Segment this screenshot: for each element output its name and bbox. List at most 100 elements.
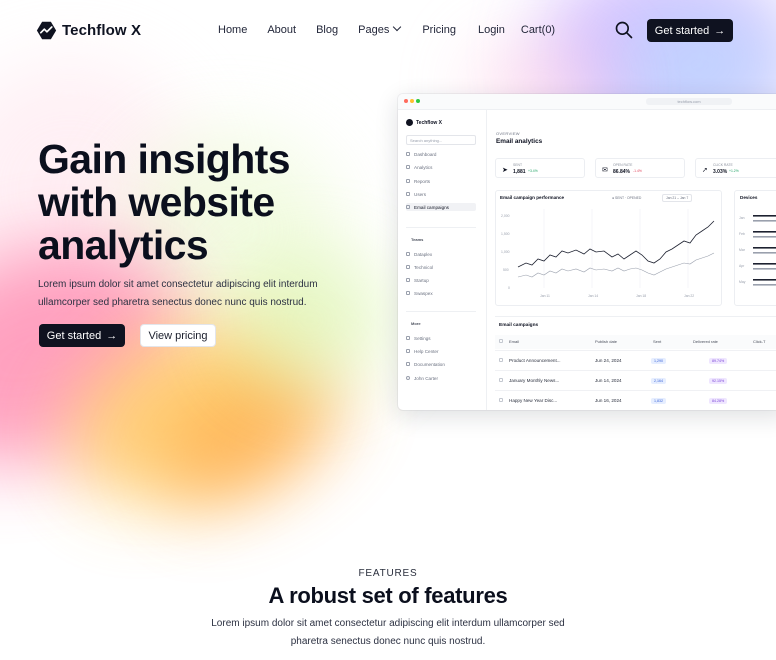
features-kicker: FEATURES (358, 568, 418, 579)
nav-link-cart[interactable]: Cart(0) (521, 24, 555, 36)
hero-title: Gain insights with website analytics (38, 136, 291, 268)
row-email: Happy New Year Disc... (509, 398, 558, 403)
view-pricing-button[interactable]: View pricing (140, 324, 216, 347)
mockup-more-label: Settings (414, 335, 431, 341)
row-date: Jun 16, 2024 (595, 398, 622, 403)
arrow-right-icon: → (106, 329, 118, 342)
mockup-team-label: Swaspex (414, 290, 433, 296)
series-opened-line (517, 252, 715, 278)
mockup-nav-analytics: Analytics (406, 163, 476, 171)
teams-heading: Teams (411, 237, 424, 242)
y-tick-label: 0 (508, 286, 510, 290)
brand-logo[interactable]: Techflow X (36, 20, 141, 41)
nav-get-started-button[interactable]: Get started → (647, 19, 733, 42)
team-icon (406, 291, 410, 295)
mockup-team-item: Startup (406, 276, 476, 284)
row-date: Jun 14, 2024 (595, 378, 622, 383)
y-tick-label: 500 (503, 268, 509, 272)
nav-link-pages: Pages (358, 24, 390, 36)
campaigns-table: Email campaigns Email Publish date Sent … (495, 316, 776, 410)
mockup-user-item: John Carter (406, 374, 476, 382)
mockup-nav-label: Dashboard (414, 151, 437, 157)
hero-get-started-label: Get started (46, 329, 102, 342)
nav-link-login[interactable]: Login (478, 24, 505, 36)
row-rate-badge: 92.15% (709, 378, 728, 384)
stat-card-sent: ➤ SENT 1,881 +3.4% (495, 158, 585, 178)
column-header: Publish date (595, 339, 618, 344)
table-row: January Monthly News... Jun 14, 2024 2,1… (495, 370, 776, 391)
top-navbar: Techflow X Home About Blog Pages Pricing… (0, 0, 776, 62)
team-icon (406, 252, 410, 256)
hero-subtitle: Lorem ipsum dolor sit amet consectetur a… (38, 279, 318, 308)
y-tick-label: 1,500 (501, 232, 510, 236)
chevron-down-icon (393, 22, 402, 32)
send-icon: ➤ (502, 167, 508, 174)
stat-card-open-rate: ✉ OPEN RATE 86.84% -1.4% (595, 158, 685, 178)
divider (406, 227, 476, 228)
mockup-team-label: Startup (414, 277, 429, 283)
window-minimize-dot (410, 99, 414, 103)
team-icon (406, 265, 410, 269)
stat-change: +1.2% (729, 169, 739, 173)
window-close-dot (404, 99, 408, 103)
settings-icon (406, 336, 410, 340)
stat-card-click-rate: ➚ CLICK RATE 3.03% +1.2% (695, 158, 776, 178)
trend-line-logo-icon (36, 21, 57, 40)
mockup-more-label: Help Center (414, 348, 439, 354)
mockup-brand: Techflow X (406, 119, 442, 126)
stat-change: +3.4% (528, 169, 538, 173)
stat-value: 86.84% (613, 169, 630, 175)
team-icon (406, 278, 410, 282)
users-icon (406, 192, 410, 196)
mockup-more-item: Settings (406, 334, 476, 342)
row-checkbox (499, 358, 503, 362)
mockup-more-item: Documentation (406, 360, 476, 368)
row-sent-badge: 2,164 (651, 378, 666, 384)
search-icon[interactable] (614, 20, 634, 40)
series-sent-line (517, 220, 715, 268)
row-sent-badge: 1,832 (651, 398, 666, 404)
mockup-search-input: Search anything... (406, 135, 476, 145)
window-maximize-dot (416, 99, 420, 103)
table-title: Email campaigns (499, 323, 539, 328)
hero-glow (230, 250, 390, 390)
y-tick-label: 1,000 (501, 250, 510, 254)
avatar (406, 376, 410, 380)
nav-get-started-label: Get started (654, 24, 710, 37)
mail-icon: ✉ (602, 167, 608, 174)
mockup-nav-dashboard: Dashboard (406, 150, 476, 158)
mockup-team-item: Swaspex (406, 289, 476, 297)
row-checkbox (499, 378, 503, 382)
y-tick-label: 2,000 (501, 214, 510, 218)
mockup-brand-name: Techflow X (416, 119, 443, 126)
reports-icon (406, 179, 410, 183)
row-checkbox (499, 398, 503, 402)
nav-link-pricing[interactable]: Pricing (422, 24, 456, 36)
row-rate-badge: 84.28% (709, 398, 728, 404)
x-tick-label: Jan 22 (684, 294, 694, 298)
brand-logo-icon (406, 119, 413, 126)
nav-link-about[interactable]: About (267, 24, 296, 36)
select-all-checkbox (499, 339, 503, 343)
mockup-more-label: Documentation (414, 361, 445, 367)
stat-value: 1,881 (513, 169, 526, 175)
mockup-sidebar: Techflow X Search anything... Dashboard … (398, 110, 487, 410)
x-tick-label: Jan 18 (636, 294, 646, 298)
mockup-nav-label: Email campaigns (414, 204, 449, 210)
overview-label: OVERVIEW (496, 131, 520, 136)
nav-link-blog[interactable]: Blog (316, 24, 338, 36)
mockup-team-label: Dataplex (414, 251, 433, 257)
row-email: January Monthly News... (509, 378, 560, 383)
mockup-nav-reports: Reports (406, 177, 476, 185)
column-header: Delivered rate (693, 339, 718, 344)
mockup-team-label: Technicol (414, 264, 434, 270)
mockup-nav-label: Users (414, 191, 426, 197)
hero-get-started-button[interactable]: Get started → (39, 324, 125, 347)
dashboard-mockup: techflow.com Techflow X Search anything.… (398, 94, 776, 410)
dashboard-icon (406, 152, 410, 156)
browser-bar: techflow.com (398, 94, 776, 110)
column-header: Email (509, 339, 520, 344)
nav-dropdown-pages[interactable]: Pages (358, 22, 402, 36)
nav-link-home[interactable]: Home (218, 24, 247, 36)
column-header: Click-T (753, 339, 766, 344)
